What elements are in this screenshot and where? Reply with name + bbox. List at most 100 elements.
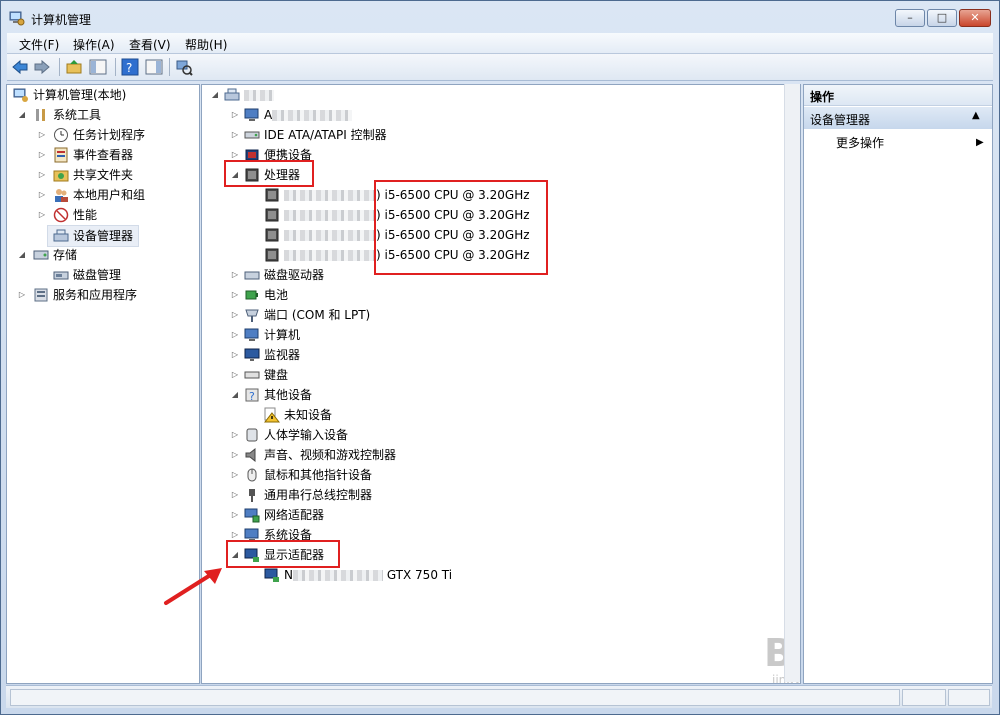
back-arrow-icon[interactable] (11, 58, 29, 76)
close-button[interactable]: ✕ (959, 9, 991, 27)
device-category-row[interactable]: ▷ 通用串行总线控制器 (202, 485, 762, 505)
minimize-button[interactable]: – (895, 9, 925, 27)
device-category-label: A (264, 105, 353, 125)
expand-triangle-icon[interactable]: ▷ (230, 485, 240, 505)
usb-icon (249, 489, 255, 502)
tree-label: 系统工具 (53, 108, 102, 122)
tree-item-root[interactable]: 计算机管理(本地) (11, 85, 197, 105)
expand-triangle-icon[interactable]: ▷ (230, 325, 240, 345)
expand-triangle-icon[interactable]: ▷ (230, 285, 240, 305)
tree-item-storage[interactable]: ◢ 存储 (11, 245, 197, 265)
menu-view[interactable]: 查看(V) (129, 36, 171, 53)
expand-triangle-icon[interactable]: ▷ (230, 465, 240, 485)
device-category-row[interactable]: ▷ 鼠标和其他指针设备 (202, 465, 762, 485)
tree-label: 计算机管理(本地) (33, 88, 127, 102)
device-category-row[interactable]: ▷ 人体学输入设备 (202, 425, 762, 445)
submenu-arrow-icon: ▶ (976, 137, 984, 148)
tree-label: 任务计划程序 (73, 128, 146, 142)
menu-help[interactable]: 帮助(H) (185, 36, 227, 53)
device-category-label: 磁盘驱动器 (264, 268, 325, 282)
device-category-row[interactable]: ▷ 电池 (202, 285, 762, 305)
status-cell (948, 689, 990, 706)
device-category-row[interactable]: ▷ 计算机 (202, 325, 762, 345)
device-category-row[interactable]: ▷ 键盘 (202, 365, 762, 385)
device-category-label: IDE ATA/ATAPI 控制器 (264, 128, 387, 142)
expand-triangle-icon[interactable]: ▷ (37, 125, 47, 145)
device-category-row[interactable]: ▷ IDE ATA/ATAPI 控制器 (202, 125, 762, 145)
processor-icon (265, 208, 279, 222)
menu-action[interactable]: 操作(A) (73, 36, 115, 53)
device-category-row[interactable]: ▷ 网络适配器 (202, 505, 762, 525)
tree-item-device-manager[interactable]: 设备管理器 (47, 225, 139, 247)
collapse-triangle-icon[interactable]: ◢ (17, 105, 27, 125)
more-actions-item[interactable]: 更多操作 ▶ (804, 133, 992, 153)
collapse-up-icon[interactable]: ▲ (972, 110, 980, 121)
expand-triangle-icon[interactable]: ▷ (230, 125, 240, 145)
actions-pane: 操作 设备管理器 ▲ 更多操作 ▶ (803, 84, 993, 684)
device-label: 未知设备 (284, 408, 333, 422)
scan-hardware-icon[interactable] (175, 58, 193, 76)
expand-triangle-icon[interactable]: ▷ (230, 105, 240, 125)
device-category-row[interactable]: ◢ ? 其他设备 (202, 385, 762, 405)
expand-triangle-icon[interactable]: ▷ (230, 445, 240, 465)
vertical-scrollbar[interactable] (784, 84, 800, 682)
device-category-row[interactable]: ▷ 声音、视频和游戏控制器 (202, 445, 762, 465)
device-category-label: 通用串行总线控制器 (264, 488, 373, 502)
tree-label: 共享文件夹 (73, 168, 134, 182)
tree-item-task-scheduler[interactable]: ▷ 任务计划程序 (11, 125, 197, 145)
expand-triangle-icon[interactable]: ▷ (230, 505, 240, 525)
tree-item-system-tools[interactable]: ◢ 系统工具 (11, 105, 197, 125)
device-category-row[interactable]: ▷ 监视器 (202, 345, 762, 365)
help-icon[interactable]: ? (121, 58, 139, 76)
status-bar (6, 685, 992, 708)
keyboard-icon (244, 371, 260, 379)
tree-item-disk-management[interactable]: 磁盘管理 (11, 265, 197, 285)
tree-item-shared-folders[interactable]: ▷ 共享文件夹 (11, 165, 197, 185)
tree-label: 存储 (53, 248, 78, 262)
network-adapter-icon (244, 508, 260, 523)
expand-triangle-icon[interactable]: ▷ (37, 205, 47, 225)
maximize-button[interactable]: □ (927, 9, 957, 27)
expand-triangle-icon[interactable]: ▷ (17, 285, 27, 305)
tree-item-local-users[interactable]: ▷ 本地用户和组 (11, 185, 197, 205)
expand-triangle-icon[interactable]: ▷ (230, 265, 240, 285)
expand-triangle-icon[interactable]: ▷ (230, 425, 240, 445)
expand-triangle-icon[interactable]: ▷ (230, 345, 240, 365)
show-hide-action-pane-icon[interactable] (145, 58, 163, 76)
expand-triangle-icon[interactable]: ▷ (37, 165, 47, 185)
collapse-triangle-icon[interactable]: ◢ (230, 385, 240, 405)
expand-triangle-icon[interactable]: ▷ (230, 305, 240, 325)
tree-label: 服务和应用程序 (53, 288, 138, 302)
forward-arrow-icon[interactable] (33, 58, 51, 76)
collapse-triangle-icon[interactable]: ◢ (210, 85, 220, 105)
device-category-row[interactable]: ▷ 端口 (COM 和 LPT) (202, 305, 762, 325)
actions-header: 操作 (804, 85, 992, 106)
gpu-label: N GTX 750 Ti (284, 568, 453, 582)
computer-management-icon (9, 11, 25, 26)
unknown-device-icon: ? (245, 388, 259, 403)
tree-item-performance[interactable]: ▷ 性能 (11, 205, 197, 225)
up-folder-icon[interactable] (65, 58, 83, 76)
collapse-triangle-icon[interactable]: ◢ (17, 245, 27, 265)
title-bar[interactable]: 计算机管理 – □ ✕ (1, 1, 999, 33)
window-title: 计算机管理 (31, 13, 92, 27)
gpu-item[interactable]: N GTX 750 Ti (202, 565, 762, 585)
show-hide-console-tree-icon[interactable] (89, 58, 107, 76)
device-category-label: 键盘 (264, 368, 289, 382)
storage-icon (33, 250, 49, 260)
device-manager-icon (53, 229, 69, 242)
unknown-device-item[interactable]: 未知设备 (202, 405, 762, 425)
expand-triangle-icon[interactable]: ▷ (230, 365, 240, 385)
device-tree-root[interactable]: ◢ (202, 85, 762, 105)
device-category-row[interactable]: ▷ A (202, 105, 762, 125)
menu-bar: 文件(F) 操作(A) 查看(V) 帮助(H) (7, 33, 993, 54)
display-adapter-icon (264, 568, 279, 582)
actions-section-device-manager[interactable]: 设备管理器 ▲ (804, 107, 992, 129)
expand-triangle-icon[interactable]: ▷ (37, 185, 47, 205)
menu-file[interactable]: 文件(F) (19, 36, 59, 53)
tree-item-services[interactable]: ▷ 服务和应用程序 (11, 285, 197, 305)
highlight-display-adapter-box (226, 540, 340, 568)
computer-category-icon (244, 108, 259, 121)
tree-item-event-viewer[interactable]: ▷ 事件查看器 (11, 145, 197, 165)
expand-triangle-icon[interactable]: ▷ (37, 145, 47, 165)
